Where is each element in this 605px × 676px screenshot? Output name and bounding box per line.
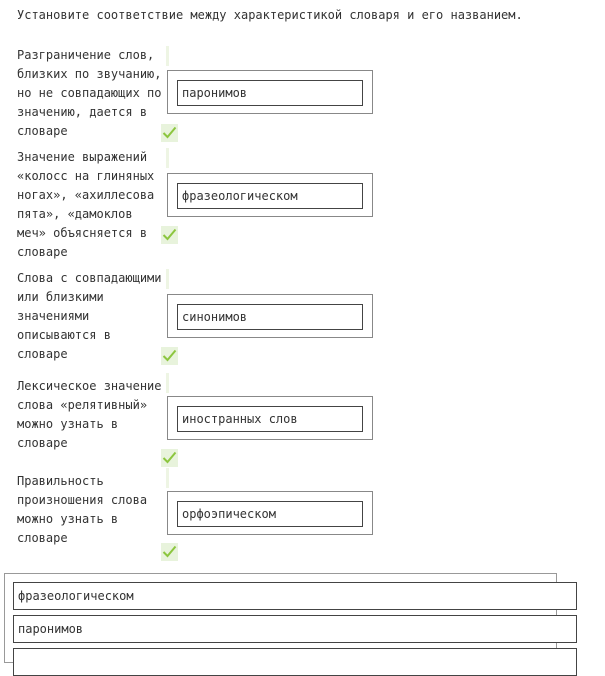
answer-slot-3[interactable]: синонимов	[177, 304, 363, 330]
question-text-3: Слова с совпадающими или близкими значен…	[17, 271, 162, 361]
answer-slot-2[interactable]: фразеологическом	[177, 183, 363, 209]
question-text-4: Лексическое значение слова «релятивный» …	[17, 379, 162, 450]
answer-option-3[interactable]	[13, 648, 577, 676]
separator	[166, 373, 169, 393]
drop-target-2[interactable]: фразеологическом	[167, 173, 373, 217]
instruction-text: Установите соответствие между характерис…	[17, 8, 523, 22]
question-text-2: Значение выражений «колосс на глиняных н…	[17, 150, 155, 259]
check-icon	[161, 226, 178, 244]
answer-option-1[interactable]: фразеологическом	[13, 582, 577, 610]
check-icon	[161, 449, 178, 467]
separator	[166, 46, 169, 66]
drop-target-5[interactable]: орфоэпическом	[167, 491, 373, 535]
drop-target-4[interactable]: иностранных слов	[167, 396, 373, 440]
separator	[166, 468, 169, 488]
check-icon	[161, 543, 178, 561]
question-text-5: Правильность произношения слова можно уз…	[17, 474, 148, 545]
check-icon	[161, 124, 178, 142]
drop-target-3[interactable]: синонимов	[167, 294, 373, 338]
answer-slot-4[interactable]: иностранных слов	[177, 406, 363, 432]
separator	[166, 269, 169, 289]
answer-slot-1[interactable]: паронимов	[177, 80, 363, 106]
answer-bank: фразеологическом паронимов	[4, 573, 577, 676]
answer-slot-5[interactable]: орфоэпическом	[177, 501, 363, 527]
drop-target-1[interactable]: паронимов	[167, 70, 373, 114]
check-icon	[161, 347, 178, 365]
separator	[166, 148, 169, 168]
question-text-1: Разграничение слов, близких по звучанию,…	[17, 48, 162, 138]
answer-option-2[interactable]: паронимов	[13, 615, 577, 643]
